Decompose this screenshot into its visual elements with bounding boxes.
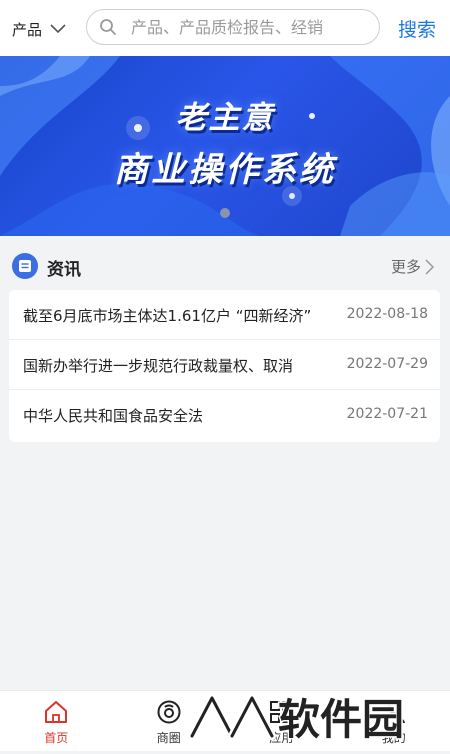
news-list-item[interactable]: 国新办举行进一步规范行政裁量权、取消 2022-07-29: [9, 340, 440, 390]
carousel-indicator-dot[interactable]: [220, 208, 230, 218]
chevron-right-icon: [425, 259, 434, 275]
news-section-title: 资讯: [47, 255, 81, 280]
news-list-item[interactable]: 中华人民共和国食品安全法 2022-07-21: [9, 390, 440, 440]
news-icon: [12, 253, 38, 279]
search-box[interactable]: [86, 9, 380, 45]
search-input[interactable]: [129, 17, 373, 38]
news-item-date: 2022-07-29: [347, 356, 428, 372]
tab-home-label: 首页: [44, 729, 68, 746]
category-select[interactable]: 产品: [12, 14, 66, 44]
bottom-tab-bar: 首页 商圈 应用 我的: [0, 690, 450, 751]
home-icon: [43, 699, 69, 725]
more-label: 更多: [391, 256, 421, 277]
banner-title-line2: 商业操作系统: [0, 142, 450, 191]
document-icon: [18, 259, 32, 273]
top-bar: 产品 搜索: [0, 0, 450, 56]
banner-carousel[interactable]: 老主意 商业操作系统: [0, 56, 450, 236]
more-link[interactable]: 更多: [391, 256, 434, 277]
tab-home[interactable]: 首页: [0, 691, 113, 751]
news-item-title: 国新办举行进一步规范行政裁量权、取消: [23, 355, 323, 376]
tab-profile-label: 我的: [382, 729, 406, 746]
news-list: 截至6月底市场主体达1.61亿户 “四新经济” 2022-08-18 国新办举行…: [9, 290, 440, 442]
tab-profile[interactable]: 我的: [338, 691, 450, 751]
apps-icon: [268, 699, 294, 725]
tab-apps[interactable]: 应用: [225, 691, 338, 751]
news-list-item[interactable]: 截至6月底市场主体达1.61亿户 “四新经济” 2022-08-18: [9, 290, 440, 340]
news-section-header: 资讯 更多: [0, 246, 450, 286]
chevron-down-icon: [50, 24, 66, 34]
tab-circle[interactable]: 商圈: [113, 691, 226, 751]
circle-icon: [156, 699, 182, 725]
tab-circle-label: 商圈: [157, 729, 181, 746]
news-item-title: 截至6月底市场主体达1.61亿户 “四新经济”: [23, 305, 323, 326]
news-item-title: 中华人民共和国食品安全法: [23, 405, 323, 426]
search-button[interactable]: 搜索: [398, 15, 436, 42]
search-icon: [99, 18, 117, 36]
banner-title-line1: 老主意: [0, 92, 450, 137]
news-item-date: 2022-08-18: [347, 306, 428, 322]
category-label: 产品: [12, 19, 42, 40]
tab-apps-label: 应用: [269, 729, 293, 746]
news-item-date: 2022-07-21: [347, 406, 428, 422]
user-icon: [381, 699, 407, 725]
